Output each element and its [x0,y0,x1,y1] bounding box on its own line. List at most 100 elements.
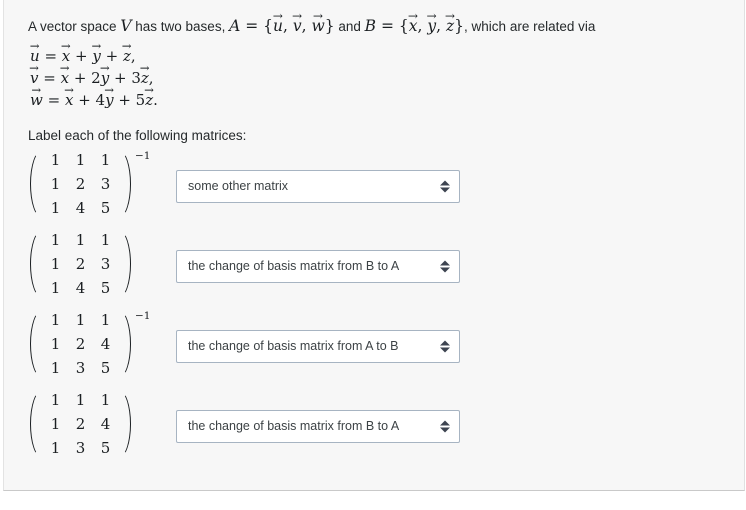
matrix-label-select-value: the change of basis matrix from B to A [188,419,400,433]
equation-lhs-letter: w [30,91,43,109]
vector-x-symbol: → x [408,10,418,36]
vector-z-letter: z [446,17,455,35]
set-a-comma-2: , [301,17,312,35]
matrix-cell: 2 [75,174,86,193]
vector-v-letter: v [292,17,302,35]
term-2-vector: → y [100,62,110,88]
term-3-letter: z [140,69,149,87]
equation-operator-1: + [73,91,96,109]
matrix-right-paren [120,308,133,380]
label-select-holder: some other matrix [176,169,460,203]
select-updown-arrows-icon [439,419,450,434]
set-b-comma-1: , [417,17,428,35]
matrix-row: 1 1 1 1 2 4 1 3 5 the change of basis ma… [28,386,734,466]
matrix: 1 1 1 1 2 3 1 4 5 [28,148,133,220]
matrix-display: 1 1 1 1 2 3 1 4 5 [28,228,146,305]
intro-text-2: has two bases, [131,19,230,34]
equation-operator-1: + [70,47,93,65]
equation-operator-1: + [69,69,92,87]
equation-lhs-vector: → v [29,62,39,88]
term-2-vector: → y [91,40,101,66]
matrix-exponent: −1 [135,149,151,162]
matrix-cell: 2 [75,254,86,273]
matrix-label-select-value: some other matrix [188,179,289,193]
equation-terminator: , [148,69,154,87]
intro-text-4: , which are related via [464,19,596,34]
matrix-row: 1 1 1 1 2 3 1 4 5 −1 some other matrix [28,146,734,226]
intro-text-3: and [334,19,365,34]
matrix: 1 1 1 1 2 3 1 4 5 [28,228,133,300]
vector-w-letter: w [311,17,325,35]
matrix-label-select[interactable]: the change of basis matrix from A to B [176,329,460,363]
term-1-letter: x [60,69,70,87]
matrix-label-select-value: the change of basis matrix from A to B [188,339,399,353]
vector-y-letter: y [427,17,437,35]
term-3-letter: z [122,47,131,65]
vector-y-symbol: → y [426,10,437,36]
matrix-left-paren [28,308,41,380]
matrix-row: 1 1 1 1 2 3 1 4 5 the change of basis ma… [28,226,734,306]
basis-a-symbol: A [229,17,241,35]
matrix-exponent: −1 [135,309,151,322]
matrix-cell: 2 [75,414,86,433]
matrix-list: 1 1 1 1 2 3 1 4 5 −1 some other matrix 1… [28,146,734,466]
set-b-close-brace: } [454,17,465,35]
matrix-cell: 1 [75,310,86,329]
matrix-right-paren [120,148,133,220]
equation-line: → w = → x + 4 → y + 5 → z. [30,84,734,110]
term-3-coefficient: 3 [131,69,141,87]
matrix-left-paren [28,388,41,460]
matrix-label-select-value: the change of basis matrix from B to A [188,259,400,273]
term-2-letter: y [105,91,114,109]
matrix-display: 1 1 1 1 2 3 1 4 5 −1 [28,148,150,225]
matrix-left-paren [28,148,41,220]
select-updown-arrows-icon [439,339,450,354]
label-select-holder: the change of basis matrix from A to B [176,329,460,363]
matrix-right-paren [120,388,133,460]
matrix-cell: 1 [75,390,86,409]
equation-line: → u = → x + → y + → z, [30,40,734,66]
term-2-letter: y [92,47,101,65]
equation-relation: = [38,69,61,87]
term-3-coefficient: 5 [135,91,146,109]
term-1-letter: x [64,91,74,109]
term-2-letter: y [100,69,110,87]
set-b-comma-2: , [436,17,446,35]
matrix-cell: 1 [75,230,86,249]
matrix: 1 1 1 1 2 4 1 3 5 [28,308,133,380]
matrix-cell: 2 [75,334,86,353]
matrix-cell: 3 [75,358,86,377]
question-panel: A vector space V has two bases, A = {→ u,… [3,0,745,491]
select-updown-arrows-icon [439,259,450,274]
intro-text-1: A vector space [28,19,121,34]
equation-lhs-letter: u [30,47,40,65]
set-a-comma-1: , [282,17,293,35]
matrix-row: 1 1 1 1 2 4 1 3 5 −1 the change of basis… [28,306,734,386]
basis-b-symbol: B [364,17,377,35]
equation-terminator: , [130,47,136,65]
term-3-vector: → z [144,84,154,110]
vector-z-symbol: → z [445,10,455,36]
equation-operator-2: + [109,69,132,87]
term-3-vector: → z [122,40,132,66]
equation-relation: = [42,91,65,109]
equation-line: → v = → x + 2 → y + 3 → z, [29,62,734,88]
label-select-holder: the change of basis matrix from B to A [176,409,460,443]
matrix-label-select[interactable]: some other matrix [176,169,460,203]
matrix-label-select[interactable]: the change of basis matrix from B to A [176,249,460,283]
question-content: A vector space V has two bases, A = {→ u,… [28,10,734,466]
term-1-vector: → x [64,84,74,110]
matrix-display: 1 1 1 1 2 4 1 3 5 −1 [28,308,150,385]
vector-u-symbol: → u [273,10,283,36]
term-3-vector: → z [140,62,150,88]
matrix-label-select[interactable]: the change of basis matrix from B to A [176,409,460,443]
term-3-letter: z [145,91,154,109]
equation-operator-2: + [113,91,136,109]
term-1-vector: → x [61,40,71,66]
set-b-open-brace: { [398,17,409,35]
term-2-coefficient: 2 [91,69,101,87]
vector-x-letter: x [408,17,418,35]
matrix: 1 1 1 1 2 4 1 3 5 [28,388,133,460]
problem-intro: A vector space V has two bases, A = {→ u,… [28,10,734,37]
matrix-cell: 4 [75,198,86,217]
